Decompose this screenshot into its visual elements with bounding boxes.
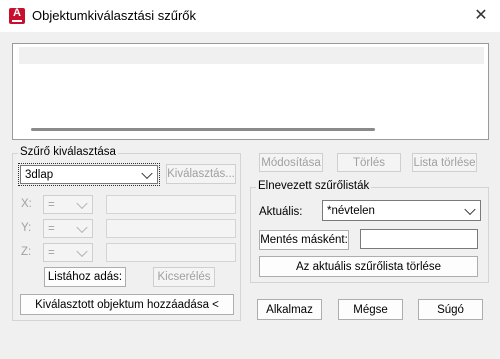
object-type-value: 3dlap: [25, 168, 54, 181]
close-icon[interactable]: ✕: [470, 5, 492, 27]
window-title: Objektumkiválasztási szűrők: [32, 8, 196, 23]
cancel-button[interactable]: Mégse: [338, 299, 403, 320]
x-value-field[interactable]: [106, 195, 236, 214]
x-operator-value: =: [48, 198, 55, 211]
object-type-dropdown[interactable]: 3dlap: [18, 163, 160, 186]
replace-button[interactable]: Kicserélés: [153, 267, 215, 287]
chevron-down-icon: [76, 221, 88, 233]
filter-list[interactable]: [12, 43, 489, 140]
current-filter-value: *névtelen: [327, 204, 375, 217]
y-operator-value: =: [48, 222, 55, 235]
save-as-button[interactable]: Mentés másként:: [259, 230, 349, 250]
x-label: X:: [21, 198, 32, 210]
autocad-app-icon: A: [9, 7, 25, 24]
named-filters-group-label: Elnevezett szűrőlisták: [256, 180, 372, 192]
y-label: Y:: [21, 222, 32, 234]
filter-select-group-label: Szűrő kiválasztása: [18, 146, 118, 158]
apply-button[interactable]: Alkalmaz: [257, 299, 322, 320]
chevron-down-icon: [464, 203, 476, 215]
x-operator-dropdown[interactable]: =: [43, 195, 93, 214]
app-icon-letter: A: [13, 7, 21, 19]
list-item[interactable]: [19, 47, 484, 64]
current-filter-dropdown[interactable]: *névtelen: [322, 200, 481, 221]
horizontal-scrollbar-thumb[interactable]: [31, 128, 375, 131]
z-operator-dropdown[interactable]: =: [43, 243, 93, 262]
z-label: Z:: [21, 246, 32, 258]
add-selected-object-button[interactable]: Kiválasztott objektum hozzáadása <: [20, 294, 234, 315]
current-label: Aktuális:: [259, 206, 303, 218]
select-object-type-button[interactable]: Kiválasztás...: [166, 164, 236, 184]
z-operator-value: =: [48, 246, 55, 259]
clear-list-button[interactable]: Lista törlése: [412, 153, 477, 172]
delete-button[interactable]: Törlés: [337, 153, 401, 172]
help-button[interactable]: Súgó: [418, 299, 483, 320]
add-to-list-button[interactable]: Listához adás:: [44, 267, 126, 287]
save-as-name-input[interactable]: [360, 229, 478, 249]
edit-item-button[interactable]: Módosítása: [259, 153, 323, 172]
y-value-field[interactable]: [106, 219, 236, 238]
chevron-down-icon: [76, 197, 88, 209]
chevron-down-icon: [76, 245, 88, 257]
chevron-down-icon: [141, 167, 153, 179]
delete-current-filter-list-button[interactable]: Az aktuális szűrőlista törlése: [259, 256, 478, 277]
z-value-field[interactable]: [106, 243, 236, 262]
y-operator-dropdown[interactable]: =: [43, 219, 93, 238]
